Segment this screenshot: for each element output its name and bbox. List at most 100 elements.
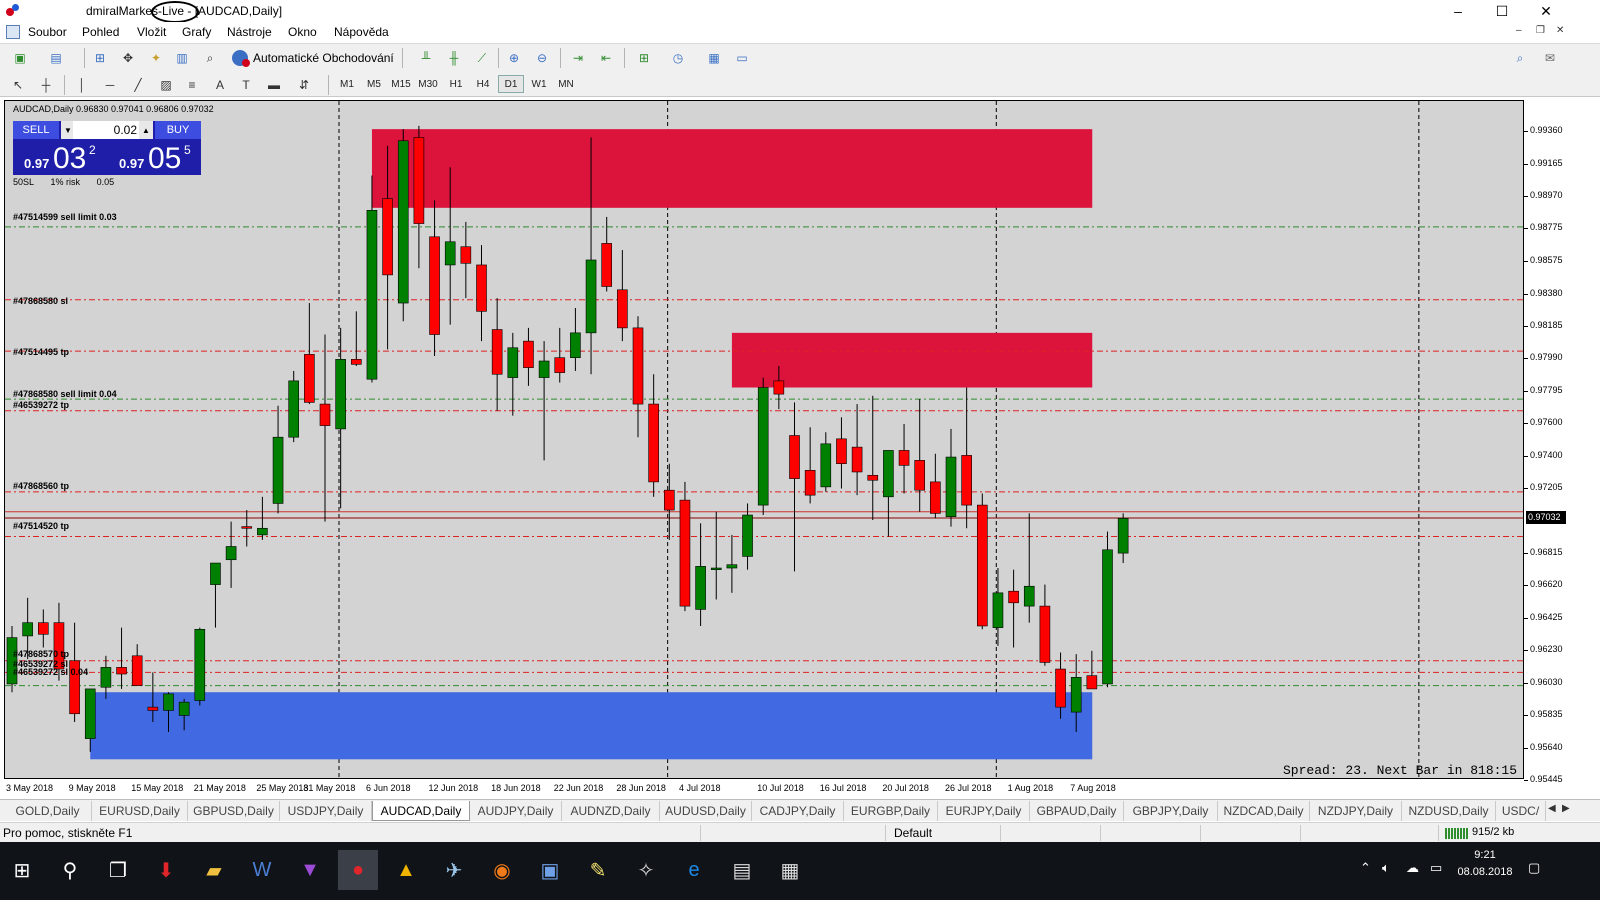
symbol-tab[interactable]: NZDJPY,Daily xyxy=(1310,801,1402,821)
app-v-icon[interactable]: ▼ xyxy=(290,850,330,890)
chart-template-icon[interactable]: ▭ xyxy=(732,48,752,68)
bar-chart-icon[interactable]: ╨ xyxy=(416,48,436,68)
volume-icon[interactable]: 🔈︎ xyxy=(1382,860,1390,876)
order-line-label[interactable]: #46539272 sl 0.04 xyxy=(13,667,88,677)
symbol-tab[interactable]: AUDUSD,Daily xyxy=(660,801,752,821)
order-line-label[interactable]: #47514599 sell limit 0.03 xyxy=(13,212,117,222)
file-explorer-icon[interactable]: ▰ xyxy=(194,850,234,890)
symbol-tab[interactable]: NZDUSD,Daily xyxy=(1402,801,1496,821)
menu-okno[interactable]: Okno xyxy=(288,25,317,39)
close-button[interactable]: ✕ xyxy=(1524,0,1568,22)
data-window-icon[interactable]: ✥ xyxy=(118,48,138,68)
zoom-in-icon[interactable]: ⊕ xyxy=(504,48,524,68)
search-taskbar-icon[interactable]: ⚲ xyxy=(50,850,90,890)
timeframe-w1[interactable]: W1 xyxy=(526,75,552,93)
symbol-tab[interactable]: CADJPY,Daily xyxy=(752,801,844,821)
windows-start-icon[interactable]: ⊞ xyxy=(2,850,42,890)
symbol-tab[interactable]: EURGBP,Daily xyxy=(844,801,938,821)
tabs-scroll-left-icon[interactable]: ◀ xyxy=(1548,803,1556,814)
symbol-tab[interactable]: EURUSD,Daily xyxy=(92,801,188,821)
system-clock[interactable]: 9:21 08.08.2018 xyxy=(1450,847,1520,881)
fibonacci-icon[interactable]: ≡ xyxy=(182,75,202,95)
mdi-minimize-icon[interactable]: – xyxy=(1516,25,1522,36)
symbol-tab[interactable]: AUDJPY,Daily xyxy=(470,801,562,821)
order-line-label[interactable]: #47868580 sl xyxy=(13,296,68,306)
chart-doc-icon[interactable] xyxy=(6,25,20,39)
candlestick-icon[interactable]: ╫ xyxy=(444,48,464,68)
navigator-icon[interactable]: ✦ xyxy=(146,48,166,68)
order-line-label[interactable]: #47868580 sell limit 0.04 xyxy=(13,389,117,399)
lot-increase-icon[interactable]: ▲ xyxy=(139,121,153,139)
chat-icon[interactable]: ✉ xyxy=(1540,48,1560,68)
bid-price[interactable]: 0.97 03 2 xyxy=(13,141,106,175)
notepad-icon[interactable]: ✎ xyxy=(578,850,618,890)
store-icon[interactable]: ▤ xyxy=(722,850,762,890)
arrows-icon[interactable]: ⇵ xyxy=(294,75,314,95)
symbol-tab[interactable]: GBPUSD,Daily xyxy=(188,801,280,821)
calculator-icon[interactable]: ▦ xyxy=(770,850,810,890)
timeframe-m15[interactable]: M15 xyxy=(388,75,414,93)
menu-grafy[interactable]: Grafy xyxy=(182,25,211,39)
battery-icon[interactable]: ▭ xyxy=(1430,860,1442,876)
auto-trading-button[interactable]: Automatické Obchodování xyxy=(232,49,394,67)
mdi-close-icon[interactable]: ✕ xyxy=(1556,25,1564,36)
avast-icon[interactable]: ▲ xyxy=(386,850,426,890)
menu-pohled[interactable]: Pohled xyxy=(82,25,119,39)
symbol-tab[interactable]: USDC/ xyxy=(1496,801,1546,821)
tray-chevron-icon[interactable]: ⌃ xyxy=(1360,860,1371,876)
minimize-button[interactable]: – xyxy=(1436,0,1480,22)
chart-plot[interactable]: AUDCAD,Daily 0.96830 0.97041 0.96806 0.9… xyxy=(4,100,1524,779)
channel-icon[interactable]: ▨ xyxy=(156,75,176,95)
cloud-icon[interactable]: ☁ xyxy=(1406,860,1419,876)
notifications-icon[interactable]: ▢ xyxy=(1528,860,1540,876)
symbol-tab[interactable]: EURJPY,Daily xyxy=(938,801,1030,821)
lot-size-input[interactable]: 0.02 xyxy=(73,121,143,139)
timeframe-h1[interactable]: H1 xyxy=(443,75,469,93)
tabs-scroll-right-icon[interactable]: ▶ xyxy=(1562,803,1570,814)
zoom-out-icon[interactable]: ⊖ xyxy=(532,48,552,68)
firefox-icon[interactable]: ◉ xyxy=(482,850,522,890)
crosshair-icon[interactable]: ┼ xyxy=(36,75,56,95)
timeframe-m1[interactable]: M1 xyxy=(334,75,360,93)
mdi-restore-icon[interactable]: ❐ xyxy=(1536,25,1545,36)
symbol-tab[interactable]: AUDNZD,Daily xyxy=(562,801,660,821)
menu-napoveda[interactable]: Nápověda xyxy=(334,25,389,39)
order-line-label[interactable]: #47868560 tp xyxy=(13,481,69,491)
task-view-icon[interactable]: ❐ xyxy=(98,850,138,890)
edge-icon[interactable]: e xyxy=(674,850,714,890)
symbol-tab[interactable]: GBPJPY,Daily xyxy=(1124,801,1218,821)
menu-vlozit[interactable]: Vložit xyxy=(137,25,166,39)
order-line-label[interactable]: #47514495 tp xyxy=(13,347,69,357)
rectangle-icon[interactable]: ▬ xyxy=(264,75,284,95)
text-icon[interactable]: A xyxy=(210,75,230,95)
candlestick-chart[interactable] xyxy=(5,101,1524,779)
new-chart-icon[interactable]: ▣ xyxy=(10,48,30,68)
order-line-label[interactable]: #47514520 tp xyxy=(13,521,69,531)
auto-scroll-icon[interactable]: ⇥ xyxy=(568,48,588,68)
timeframe-m5[interactable]: M5 xyxy=(361,75,387,93)
ask-price[interactable]: 0.97 05 5 xyxy=(108,141,201,175)
order-line-label[interactable]: #47868570 tp xyxy=(13,649,69,659)
order-line-label[interactable]: #46539272 tp xyxy=(13,400,69,410)
search-icon[interactable]: ⌕ xyxy=(1510,48,1530,68)
app-swirl-icon[interactable]: ✧ xyxy=(626,850,666,890)
chart-shift-icon[interactable]: ⇤ xyxy=(596,48,616,68)
symbol-tab[interactable]: GBPAUD,Daily xyxy=(1030,801,1124,821)
app-screen-icon[interactable]: ▣ xyxy=(530,850,570,890)
symbol-tab[interactable]: GOLD,Daily xyxy=(4,801,92,821)
timeframe-mn[interactable]: MN xyxy=(553,75,579,93)
sell-button[interactable]: SELL xyxy=(13,121,59,139)
menu-nastroje[interactable]: Nástroje xyxy=(227,25,272,39)
trendline-icon[interactable]: ╱ xyxy=(128,75,148,95)
symbol-tab[interactable]: AUDCAD,Daily xyxy=(372,801,470,821)
text-label-icon[interactable]: T xyxy=(236,75,256,95)
vertical-line-icon[interactable]: │ xyxy=(72,75,92,95)
menu-soubor[interactable]: Soubor xyxy=(28,25,67,39)
profiles-icon[interactable]: ▤ xyxy=(46,48,66,68)
metatrader-icon[interactable]: ● xyxy=(338,850,378,890)
timeframe-m30[interactable]: M30 xyxy=(415,75,441,93)
cursor-icon[interactable]: ↖ xyxy=(8,75,28,95)
indicators-icon[interactable]: ⊞ xyxy=(634,48,654,68)
app-wing-icon[interactable]: ✈ xyxy=(434,850,474,890)
timeframe-d1[interactable]: D1 xyxy=(498,75,524,93)
